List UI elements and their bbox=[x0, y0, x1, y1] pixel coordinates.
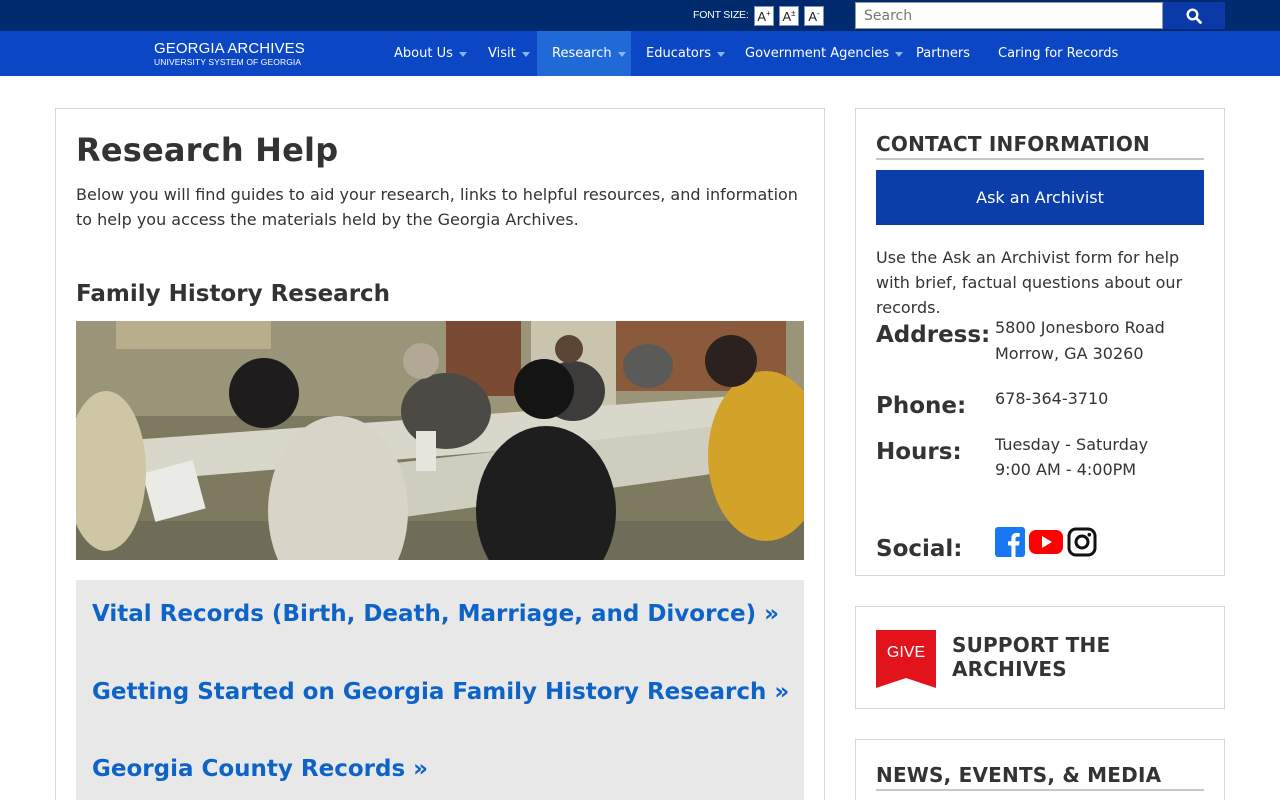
nav-partners[interactable]: Partners bbox=[901, 31, 985, 76]
logo-name: GEORGIA ARCHIVES bbox=[154, 40, 305, 57]
address-line-1: 5800 Jonesboro Road bbox=[995, 318, 1165, 337]
main-nav: GEORGIA ARCHIVES UNIVERSITY SYSTEM OF GE… bbox=[0, 31, 1280, 76]
news-card: NEWS, EVENTS, & MEDIA bbox=[855, 739, 1225, 800]
give-badge[interactable]: GIVE bbox=[876, 630, 936, 688]
contact-description: Use the Ask an Archivist form for help w… bbox=[876, 248, 1183, 317]
main-content: Research Help Below you will find guides… bbox=[55, 108, 825, 800]
logo-subtitle: UNIVERSITY SYSTEM OF GEORGIA bbox=[154, 57, 302, 67]
phone-number[interactable]: 678-364-3710 bbox=[995, 386, 1108, 412]
site-logo[interactable]: GEORGIA ARCHIVES UNIVERSITY SYSTEM OF GE… bbox=[154, 40, 305, 68]
hours-label: Hours: bbox=[876, 439, 962, 465]
link-county-records[interactable]: Georgia County Records » bbox=[92, 756, 428, 782]
news-heading-divider bbox=[876, 789, 1204, 791]
search-input[interactable] bbox=[855, 2, 1163, 29]
social-label: Social: bbox=[876, 536, 963, 562]
facebook-icon[interactable] bbox=[995, 527, 1025, 557]
caret-down-icon bbox=[717, 51, 725, 57]
news-heading: NEWS, EVENTS, & MEDIA bbox=[876, 763, 1162, 787]
nav-visit[interactable]: Visit bbox=[473, 31, 545, 76]
instagram-icon[interactable] bbox=[1067, 527, 1097, 557]
utility-bar: FONT SIZE: A + A ± A- bbox=[0, 0, 1280, 31]
nav-government-agencies[interactable]: Government Agencies bbox=[730, 31, 918, 76]
contact-heading: CONTACT INFORMATION bbox=[876, 132, 1150, 156]
resource-links: Vital Records (Birth, Death, Marriage, a… bbox=[76, 580, 804, 800]
address-line-2: Morrow, GA 30260 bbox=[995, 344, 1144, 363]
link-getting-started[interactable]: Getting Started on Georgia Family Histor… bbox=[92, 679, 789, 705]
caret-down-icon bbox=[521, 51, 530, 57]
link-vital-records[interactable]: Vital Records (Birth, Death, Marriage, a… bbox=[92, 601, 779, 627]
hero-image bbox=[76, 321, 804, 560]
caret-down-icon bbox=[458, 51, 467, 57]
hours-time: 9:00 AM - 4:00PM bbox=[995, 460, 1137, 479]
font-size-label: FONT SIZE: bbox=[693, 9, 749, 21]
font-increase-button[interactable]: A + bbox=[754, 6, 774, 26]
intro-text: Below you will find guides to aid your r… bbox=[76, 185, 798, 229]
font-reset-button[interactable]: A ± bbox=[779, 6, 799, 26]
address-label: Address: bbox=[876, 322, 991, 348]
search-button[interactable] bbox=[1163, 2, 1225, 29]
nav-research[interactable]: Research bbox=[537, 31, 631, 76]
support-card[interactable]: GIVE SUPPORT THE ARCHIVES bbox=[855, 606, 1225, 709]
ask-an-archivist-button[interactable]: Ask an Archivist bbox=[876, 170, 1204, 225]
nav-educators[interactable]: Educators bbox=[631, 31, 740, 76]
page-title: Research Help bbox=[76, 131, 339, 169]
research-room-photo bbox=[76, 321, 804, 560]
youtube-icon[interactable] bbox=[1028, 527, 1064, 557]
section-title: Family History Research bbox=[76, 281, 391, 307]
give-label: GIVE bbox=[886, 644, 926, 661]
nav-about-us[interactable]: About Us bbox=[379, 31, 482, 76]
font-decrease-button[interactable]: A- bbox=[804, 6, 824, 26]
support-heading: SUPPORT THE ARCHIVES bbox=[952, 633, 1111, 681]
heading-divider bbox=[876, 158, 1204, 160]
contact-card: CONTACT INFORMATION Ask an Archivist Use… bbox=[855, 108, 1225, 576]
search-icon bbox=[1186, 7, 1202, 24]
caret-down-icon bbox=[617, 51, 626, 57]
hours-days: Tuesday - Saturday bbox=[995, 435, 1149, 454]
nav-caring-for-records[interactable]: Caring for Records bbox=[983, 31, 1133, 76]
phone-label: Phone: bbox=[876, 393, 967, 419]
